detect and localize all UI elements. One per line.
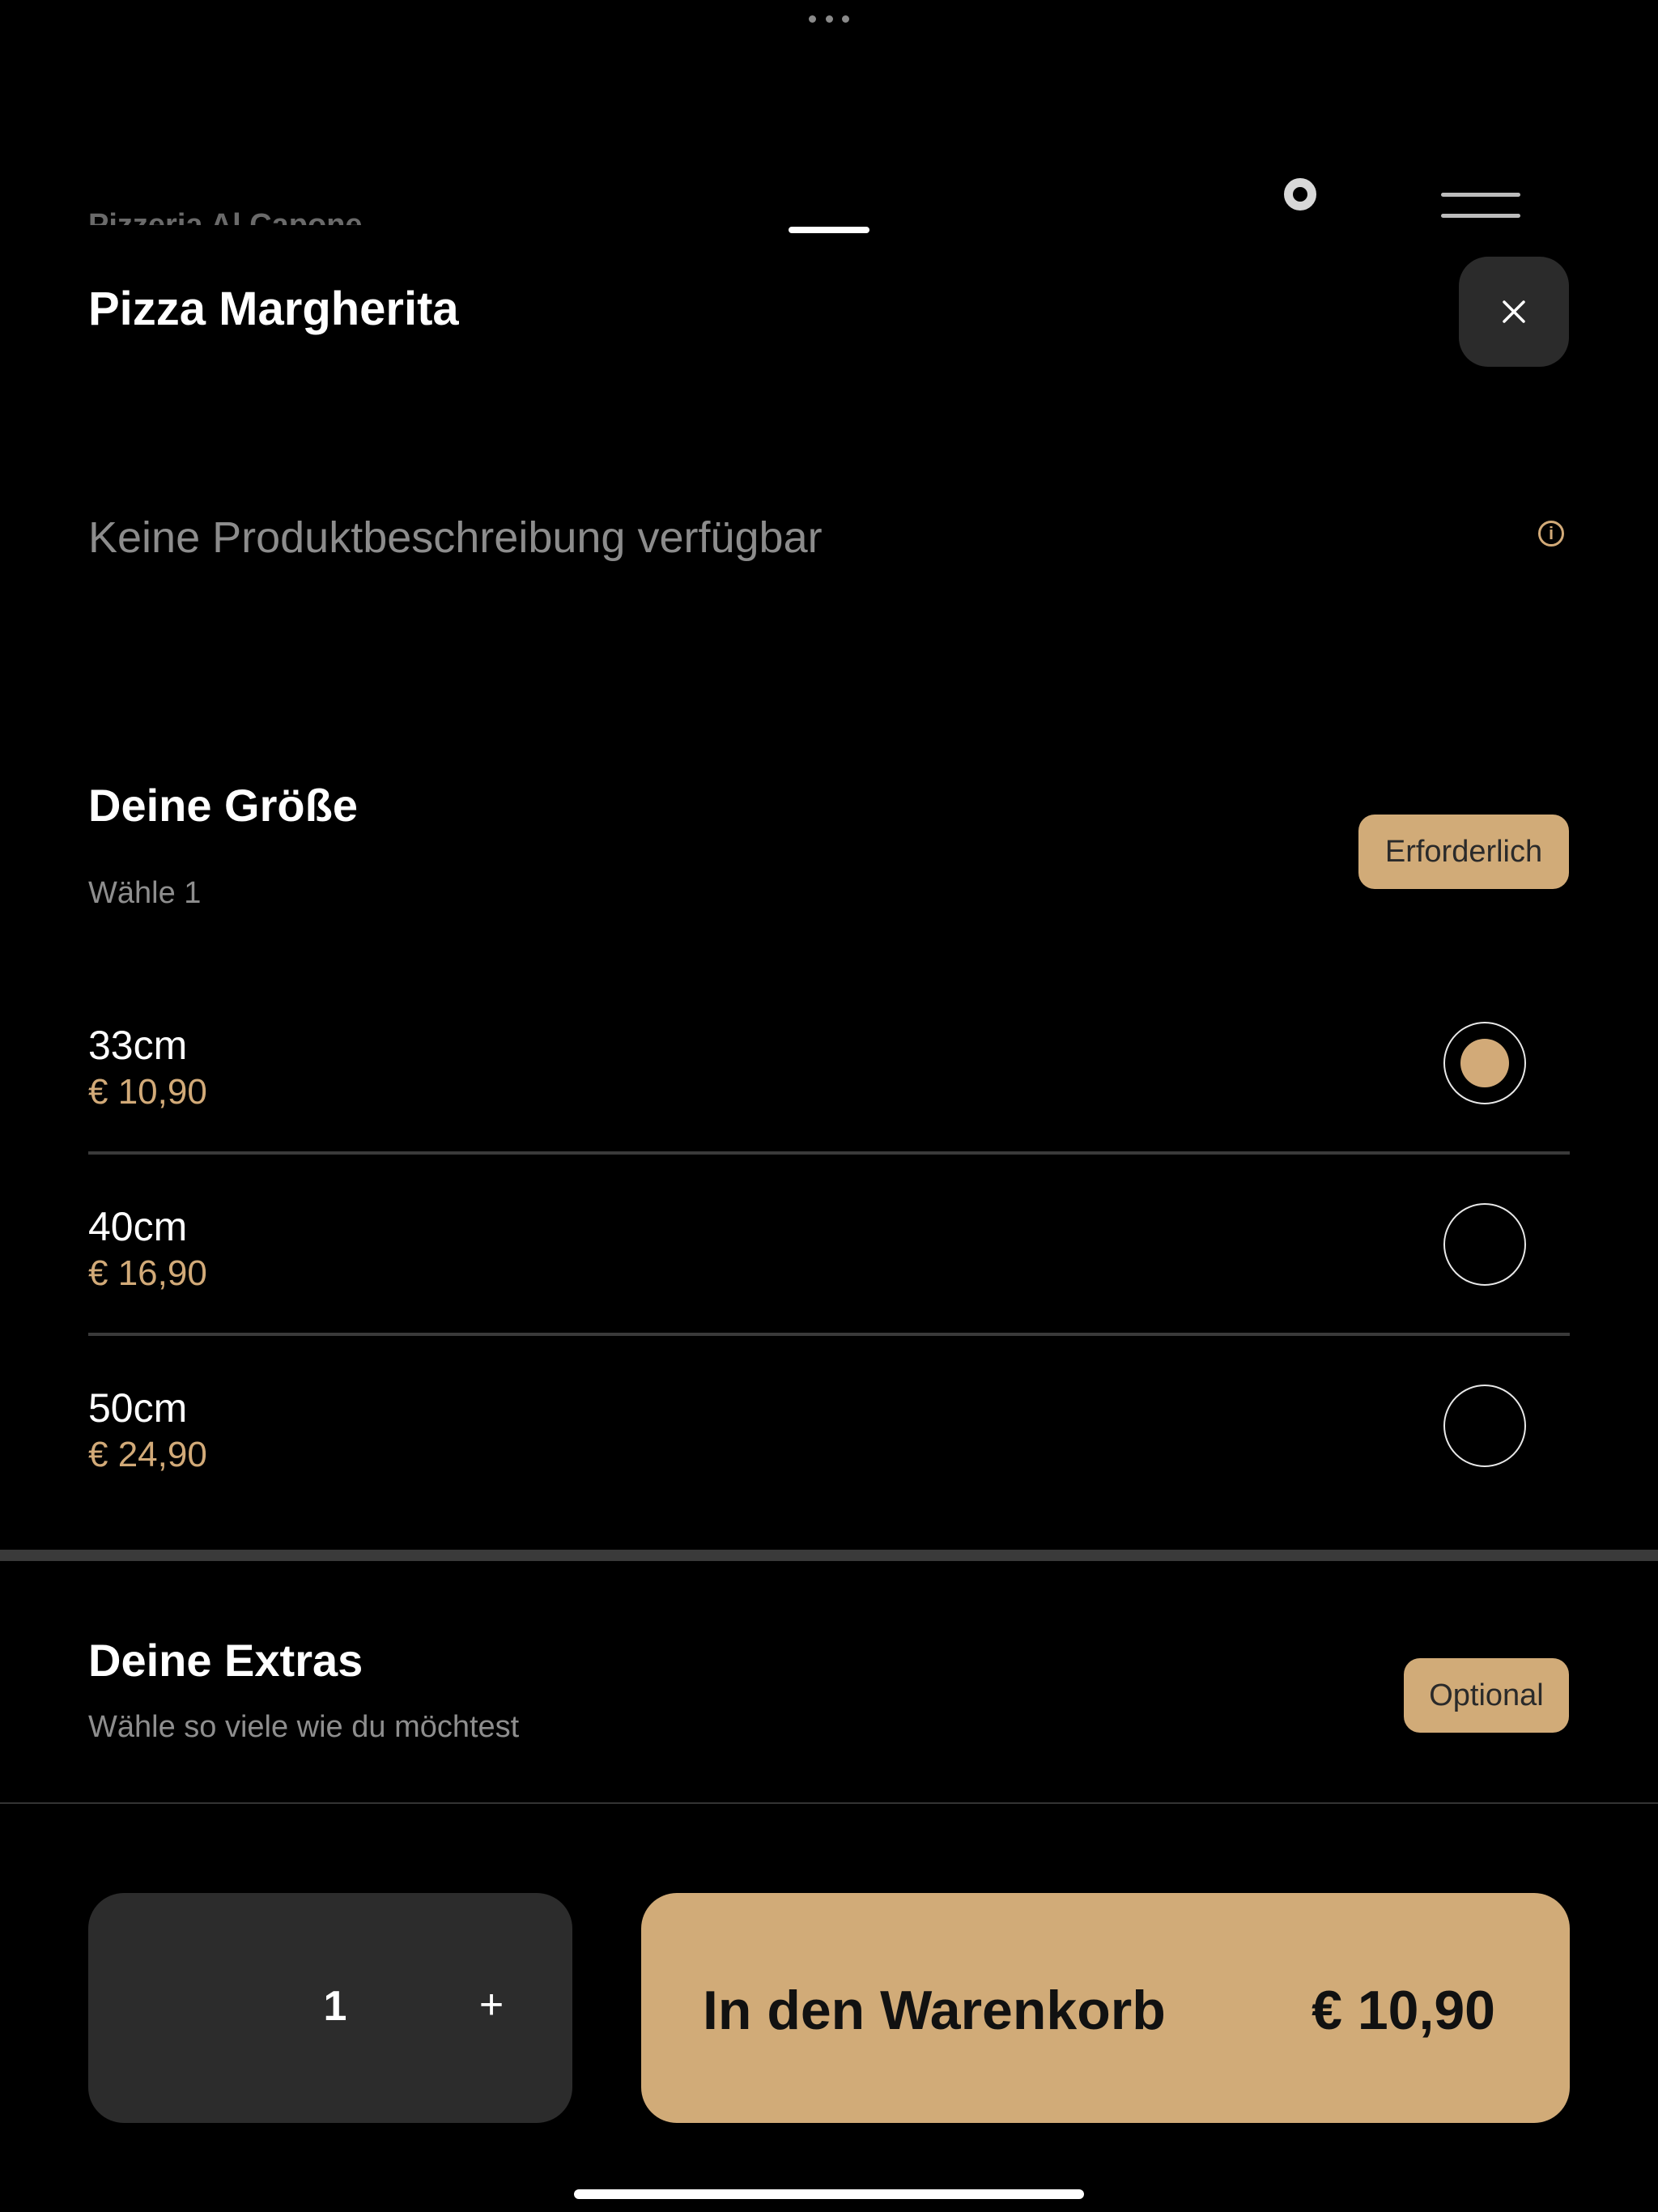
size-radio[interactable]: [1443, 1203, 1526, 1286]
add-to-cart-button[interactable]: In den Warenkorb € 10,90: [641, 1893, 1570, 2123]
quantity-value: 1: [323, 1983, 347, 2030]
size-radio-selected[interactable]: [1443, 1022, 1526, 1104]
add-to-cart-label: In den Warenkorb: [703, 1980, 1166, 2041]
size-option-33cm[interactable]: 33cm € 10,90: [88, 1022, 1570, 1200]
product-sheet-page: Pizzeria Al Capone Pizza Margherita Kein…: [0, 0, 1658, 2212]
menu-icon[interactable]: [1441, 193, 1522, 222]
size-option-price: € 16,90: [88, 1253, 207, 1293]
size-option-50cm[interactable]: 50cm € 24,90: [88, 1385, 1570, 1563]
close-button[interactable]: [1459, 257, 1569, 367]
product-description: Keine Produktbeschreibung verfügbar: [88, 513, 823, 562]
section-divider: [0, 1550, 1658, 1561]
option-divider: [88, 1333, 1570, 1336]
extras-section-subtitle: Wähle so viele wie du möchtest: [88, 1710, 520, 1744]
size-radio[interactable]: [1443, 1385, 1526, 1467]
sheet-grabber[interactable]: [789, 227, 869, 233]
size-option-label: 50cm: [88, 1385, 188, 1431]
add-to-cart-price: € 10,90: [1312, 1980, 1495, 2041]
size-section-title: Deine Größe: [88, 780, 358, 831]
size-option-40cm[interactable]: 40cm € 16,90: [88, 1203, 1570, 1381]
option-divider: [88, 1151, 1570, 1155]
multitasking-dots-icon[interactable]: [809, 15, 849, 23]
product-title: Pizza Margherita: [88, 283, 459, 335]
info-icon[interactable]: i: [1538, 521, 1564, 547]
footer-divider: [0, 1802, 1658, 1804]
size-option-label: 33cm: [88, 1023, 188, 1068]
extras-section-title: Deine Extras: [88, 1635, 363, 1686]
required-badge: Erforderlich: [1358, 815, 1569, 889]
quantity-stepper: 1 +: [88, 1893, 572, 2123]
size-option-price: € 10,90: [88, 1072, 207, 1112]
size-option-label: 40cm: [88, 1204, 188, 1249]
size-option-price: € 24,90: [88, 1435, 207, 1474]
restaurant-name: Pizzeria Al Capone: [88, 208, 363, 225]
optional-badge: Optional: [1404, 1658, 1569, 1733]
account-icon[interactable]: [1284, 178, 1316, 211]
size-section-subtitle: Wähle 1: [88, 876, 202, 910]
quantity-plus-button[interactable]: +: [467, 1980, 516, 2029]
close-icon: [1503, 300, 1525, 323]
home-indicator[interactable]: [574, 2189, 1084, 2199]
